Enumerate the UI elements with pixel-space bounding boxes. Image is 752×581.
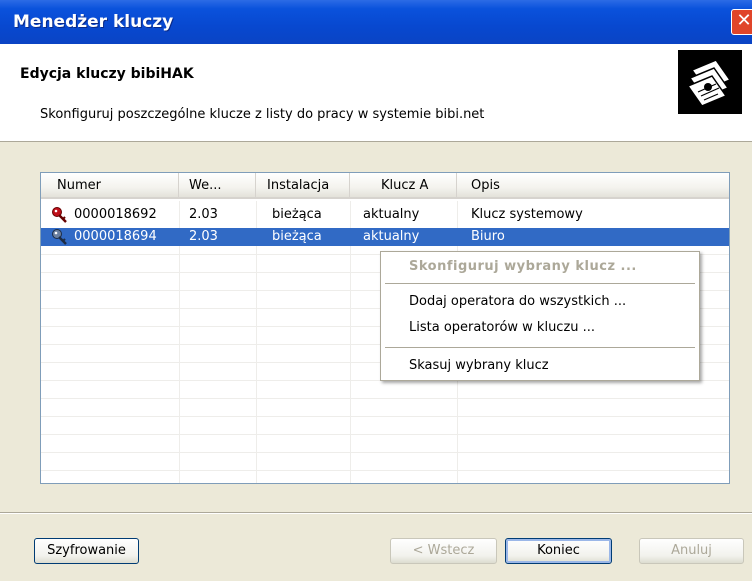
documents-icon xyxy=(678,50,742,114)
cell-numer: 0000018694 xyxy=(74,229,157,244)
cell-opis: Biuro xyxy=(471,229,505,244)
close-button[interactable]: ✕ xyxy=(731,9,752,35)
cancel-button[interactable]: Anuluj xyxy=(639,538,744,564)
finish-button[interactable]: Koniec xyxy=(505,538,612,564)
red-key-icon xyxy=(51,207,69,223)
title-bar[interactable]: Menedżer kluczy ✕ xyxy=(0,0,752,44)
menu-item-operator-list[interactable]: Lista operatorów w kluczu ... xyxy=(409,318,595,338)
cell-instalacja: bieżąca xyxy=(272,229,322,244)
table-row[interactable]: 0000018692 2.03 bieżąca aktualny Klucz s… xyxy=(41,206,729,224)
column-header-klucz-a[interactable]: Klucz A xyxy=(350,173,457,199)
grid-line xyxy=(41,399,729,417)
window-title: Menedżer kluczy xyxy=(13,12,174,32)
footer-separator xyxy=(0,512,752,514)
back-button[interactable]: < Wstecz xyxy=(390,538,497,564)
wizard-header: Edycja kluczy bibiHAK Skonfiguruj poszcz… xyxy=(0,44,752,142)
gray-key-icon xyxy=(51,229,69,245)
header-subtitle: Skonfiguruj poszczególne klucze z listy … xyxy=(40,107,485,122)
cell-opis: Klucz systemowy xyxy=(471,207,583,222)
cell-numer: 0000018692 xyxy=(74,207,157,222)
context-menu[interactable]: Skonfiguruj wybrany klucz ... Dodaj oper… xyxy=(380,251,700,381)
menu-separator xyxy=(385,283,695,284)
grid-line xyxy=(41,417,729,435)
column-header-instalacja[interactable]: Instalacja xyxy=(256,173,350,199)
menu-item-configure-key: Skonfiguruj wybrany klucz ... xyxy=(409,259,637,274)
column-header-opis[interactable]: Opis xyxy=(457,173,729,199)
menu-item-delete-key[interactable]: Skasuj wybrany klucz xyxy=(409,356,549,376)
list-header: Numer We... Instalacja Klucz A Opis xyxy=(41,173,729,199)
menu-separator xyxy=(385,347,695,348)
grid-line xyxy=(41,381,729,399)
close-icon: ✕ xyxy=(736,10,752,31)
column-header-wersja[interactable]: We... xyxy=(179,173,256,199)
cell-wersja: 2.03 xyxy=(189,229,218,244)
menu-item-add-operator-all[interactable]: Dodaj operatora do wszystkich ... xyxy=(409,292,626,312)
grid-line xyxy=(41,435,729,453)
cell-instalacja: bieżąca xyxy=(272,207,322,222)
encrypt-button[interactable]: Szyfrowanie xyxy=(34,538,139,564)
table-row-selected[interactable]: 0000018694 2.03 bieżąca aktualny Biuro xyxy=(41,228,729,246)
header-title: Edycja kluczy bibiHAK xyxy=(20,66,194,82)
grid-line xyxy=(41,453,729,471)
cell-wersja: 2.03 xyxy=(189,207,218,222)
cell-klucz-a: aktualny xyxy=(363,229,420,244)
column-header-numer[interactable]: Numer xyxy=(41,173,179,199)
cell-klucz-a: aktualny xyxy=(363,207,420,222)
